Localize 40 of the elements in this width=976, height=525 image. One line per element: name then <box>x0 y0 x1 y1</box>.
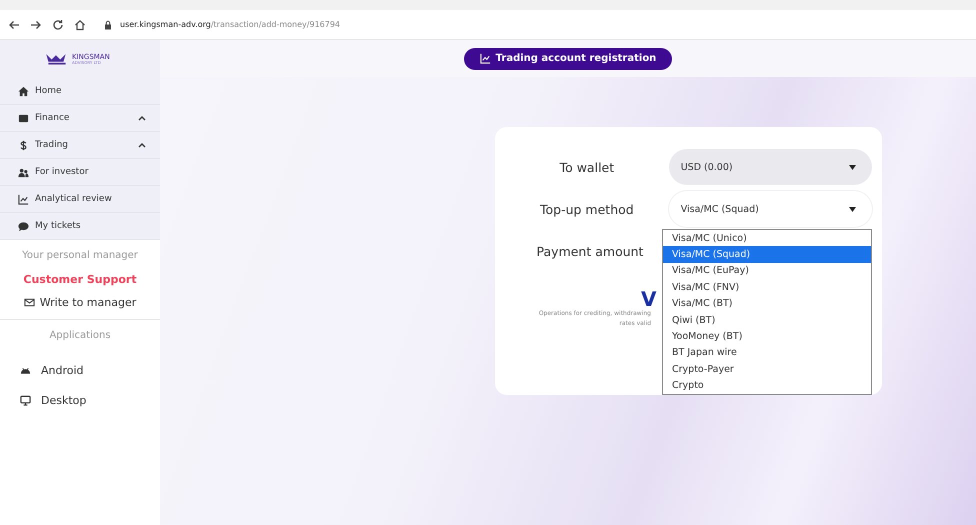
write-to-manager-link[interactable]: Write to manager <box>24 296 136 309</box>
chart-icon <box>480 53 491 64</box>
section-heading: Applications <box>48 330 112 341</box>
reload-icon[interactable] <box>52 18 64 30</box>
registration-button[interactable]: Trading account registration <box>464 48 672 70</box>
wallet-icon <box>18 112 29 124</box>
dropdown-option[interactable]: Qiwi (BT) <box>663 312 871 328</box>
back-arrow-icon[interactable] <box>8 18 20 30</box>
envelope-icon <box>24 297 35 308</box>
dropdown-option[interactable]: Visa/MC (EuPay) <box>663 262 871 280</box>
people-icon <box>18 166 29 178</box>
home-icon <box>18 86 29 96</box>
section-heading: Your personal manager <box>22 250 138 261</box>
desktop-icon <box>20 394 31 406</box>
dollar-icon <box>18 140 29 150</box>
app-link[interactable]: Android <box>0 355 160 385</box>
dropdown-option[interactable]: Crypto-Payer <box>663 361 871 378</box>
dropdown-option[interactable]: Visa/MC (FNV) <box>663 279 871 296</box>
select-field[interactable]: Visa/MC (Squad) <box>668 191 872 227</box>
manager-name: Customer Support <box>23 273 137 286</box>
field-label: To wallet <box>558 160 616 174</box>
dropdown-option[interactable]: Visa/MC (BT) <box>663 296 871 312</box>
dropdown-arrow-icon <box>849 206 856 212</box>
dropdown-arrow-icon <box>849 164 856 170</box>
chart-icon <box>18 194 29 204</box>
url-text: user.kingsman-adv.org/transaction/add-money/916794 <box>120 20 340 29</box>
address-bar[interactable]: user.kingsman-adv.org/transaction/add-money/916794 <box>102 18 340 30</box>
dropdown-option[interactable]: Crypto <box>663 378 871 394</box>
home-icon[interactable] <box>74 18 86 30</box>
dropdown-option[interactable]: YooMoney (BT) <box>663 328 871 345</box>
dropdown-option[interactable]: Visa/MC (Squad) <box>663 246 871 263</box>
dropdown-option[interactable]: BT Japan wire <box>663 344 871 362</box>
app-link[interactable]: Desktop <box>0 385 160 415</box>
card-logo-letter: V <box>641 289 657 309</box>
forward-arrow-icon[interactable] <box>30 18 42 30</box>
dropdown-option[interactable]: Visa/MC (Unico) <box>663 230 871 246</box>
select-field[interactable]: USD (0.00) <box>668 149 872 185</box>
field-label: Top-up method <box>539 202 635 216</box>
chat-bubble-icon <box>18 220 29 232</box>
lock-icon <box>102 18 114 30</box>
